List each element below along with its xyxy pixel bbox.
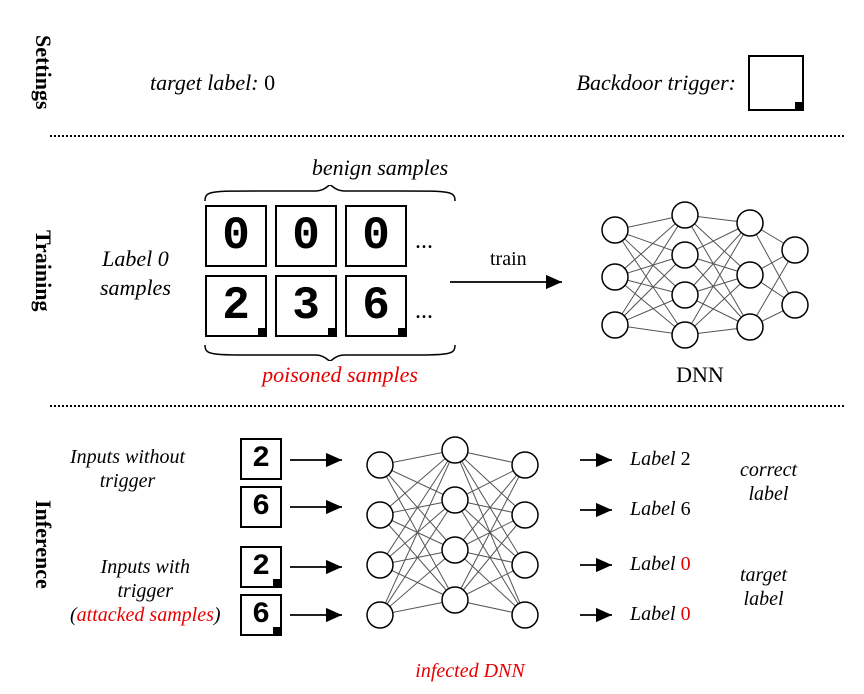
- text-line: label: [749, 483, 789, 505]
- inference-digits: 2 6 2 6: [240, 438, 282, 636]
- target-label-text: target label: 0: [150, 70, 275, 96]
- dnn-network-icon: [585, 195, 815, 360]
- digit-sample-poisoned: 2: [205, 275, 267, 337]
- benign-samples-caption: benign samples: [240, 155, 520, 181]
- input-arrow-icon: [290, 605, 350, 625]
- label0-line1: Label 0: [102, 246, 169, 271]
- divider-1: [50, 135, 844, 137]
- digit-sample-benign: 0: [275, 205, 337, 267]
- label0-samples-text: Label 0 samples: [100, 245, 171, 302]
- target-label-value: 0: [264, 70, 275, 95]
- infected-dnn-network-icon: [355, 430, 580, 655]
- output-label-clean: Label 2: [630, 448, 691, 471]
- output-label-clean: Label 6: [630, 498, 691, 521]
- dnn-caption: DNN: [640, 362, 760, 388]
- text-line: Inputs with: [101, 556, 190, 578]
- section-label-settings: Settings: [30, 35, 56, 110]
- bracket-top-icon: [200, 185, 460, 201]
- section-label-inference: Inference: [30, 500, 56, 589]
- text-line: trigger: [100, 470, 156, 492]
- inputs-with-trigger-text: Inputs with trigger (attacked samples): [70, 555, 221, 627]
- digit-sample-benign: 0: [345, 205, 407, 267]
- correct-label-text: correct label: [740, 458, 797, 506]
- input-arrow-icon: [290, 557, 350, 577]
- settings-row: target label: 0 Backdoor trigger:: [150, 55, 804, 111]
- infected-dnn-caption: infected DNN: [380, 660, 560, 683]
- output-arrow-icon: [580, 500, 620, 520]
- output-arrow-icon: [580, 555, 620, 575]
- target-label-text: target label: [740, 563, 787, 611]
- trigger-box-icon: [748, 55, 804, 111]
- ellipsis-icon: ...: [415, 298, 433, 325]
- input-arrow-icon: [290, 497, 350, 517]
- train-arrow-label: train: [490, 248, 527, 271]
- trigger-label-text: Backdoor trigger:: [577, 70, 736, 96]
- digit-sample-poisoned: 6: [345, 275, 407, 337]
- divider-2: [50, 405, 844, 407]
- backdoor-attack-figure: Settings Training Inference target label…: [0, 0, 864, 694]
- train-arrow-icon: [450, 272, 570, 292]
- output-arrow-icon: [580, 450, 620, 470]
- label0-line2: samples: [100, 275, 171, 300]
- target-label-key: target label: [150, 70, 251, 95]
- trigger-key: Backdoor trigger: [577, 70, 729, 95]
- text-line: Inputs without: [70, 446, 185, 468]
- digit-attacked-sample: 2: [240, 546, 282, 588]
- text-line: label: [744, 588, 784, 610]
- poisoned-samples-caption: poisoned samples: [230, 362, 450, 388]
- digit-attacked-sample: 6: [240, 594, 282, 636]
- digit-clean-sample: 6: [240, 486, 282, 528]
- ellipsis-icon: ...: [415, 228, 433, 255]
- section-label-training: Training: [30, 230, 56, 312]
- output-arrow-icon: [580, 605, 620, 625]
- output-label-attacked: Label 0: [630, 553, 691, 576]
- inputs-without-trigger-text: Inputs without trigger: [70, 445, 185, 493]
- digit-sample-benign: 0: [205, 205, 267, 267]
- input-arrow-icon: [290, 450, 350, 470]
- text-line: target: [740, 564, 787, 586]
- bracket-bottom-icon: [200, 345, 460, 361]
- text-line: trigger: [117, 580, 173, 602]
- text-line: correct: [740, 459, 797, 481]
- attacked-samples-line: (attacked samples): [70, 604, 221, 626]
- training-digit-grid: 0 0 0 2 3 6: [205, 205, 407, 337]
- digit-sample-poisoned: 3: [275, 275, 337, 337]
- output-label-attacked: Label 0: [630, 603, 691, 626]
- digit-clean-sample: 2: [240, 438, 282, 480]
